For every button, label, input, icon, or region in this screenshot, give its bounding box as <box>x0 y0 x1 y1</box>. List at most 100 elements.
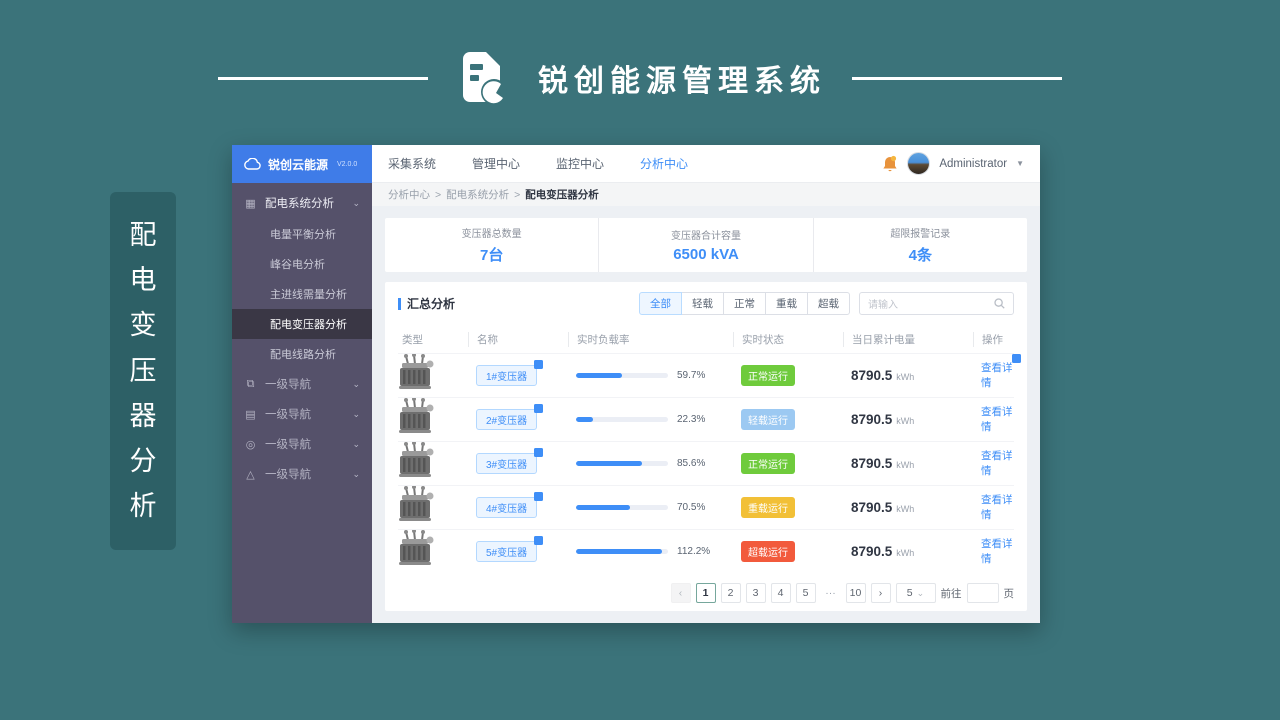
breadcrumb-current: 配电变压器分析 <box>525 189 599 201</box>
sidebar-item-transformer-analysis[interactable]: 配电变压器分析 <box>232 309 372 339</box>
view-details-link[interactable]: 查看详情 <box>981 404 1014 434</box>
page-button[interactable]: 10 <box>845 583 866 603</box>
load-bar-track <box>576 373 668 378</box>
nav-tab-collection[interactable]: 采集系统 <box>388 155 436 172</box>
cell-load-rate: 59.7% <box>568 370 733 381</box>
view-details-label: 查看详情 <box>981 450 1013 477</box>
sidebar-item-label: 一级导航 <box>265 439 311 451</box>
notification-bell-icon[interactable] <box>882 155 898 173</box>
banner-char: 分 <box>129 445 157 476</box>
sidebar-group-distribution-analysis[interactable]: ▦ 配电系统分析 ⌄ <box>232 187 372 219</box>
cell-actions: 查看详情 <box>973 354 1021 391</box>
banner-char: 器 <box>129 400 157 431</box>
cell-name: 5#变压器 <box>468 536 568 562</box>
cell-load-rate: 22.3% <box>568 414 733 425</box>
breadcrumb-part[interactable]: 配电系统分析 <box>446 187 509 202</box>
sidebar-item-nav-2[interactable]: ▤ 一级导航 ⌄ <box>232 399 372 429</box>
filter-light-button[interactable]: 轻载 <box>681 292 724 315</box>
status-badge: 重载运行 <box>741 497 795 518</box>
cell-status: 正常运行 <box>733 453 843 474</box>
app-logo[interactable]: 锐创云能源 V2.0.0 <box>232 145 372 183</box>
corner-badge-icon <box>534 360 544 369</box>
warning-triangle-icon: △ <box>246 468 255 481</box>
goto-page-input[interactable] <box>966 583 999 603</box>
page-button[interactable]: 3 <box>745 583 766 603</box>
page-button[interactable]: 1 <box>695 583 716 603</box>
transformer-name-button[interactable]: 5#变压器 <box>476 536 544 562</box>
page-title: 锐创能源管理系统 <box>538 65 826 98</box>
prev-page-button[interactable]: ‹ <box>670 583 691 603</box>
filter-overload-button[interactable]: 超载 <box>807 292 850 315</box>
view-details-link[interactable]: 查看详情 <box>981 492 1014 522</box>
transformer-name-button[interactable]: 3#变压器 <box>476 448 544 474</box>
document-logo-icon <box>463 52 507 105</box>
app-logo-version: V2.0.0 <box>337 160 358 168</box>
table-header: 类型 名称 实时负载率 实时状态 当日累计电量 操作 <box>398 325 1014 353</box>
sidebar-item-line-analysis[interactable]: 配电线路分析 <box>232 339 372 369</box>
view-details-link[interactable]: 查看详情 <box>981 536 1014 566</box>
nav-tab-management[interactable]: 管理中心 <box>472 155 520 172</box>
corner-badge-icon <box>534 492 544 501</box>
energy-unit: kWh <box>896 459 915 470</box>
filter-normal-button[interactable]: 正常 <box>723 292 766 315</box>
corner-badge-icon <box>534 536 544 545</box>
sidebar-item-nav-1[interactable]: ⧉ 一级导航 ⌄ <box>232 369 372 399</box>
sidebar-item-nav-3[interactable]: ◎ 一级导航 ⌄ <box>232 429 372 459</box>
energy-value: 8790.5 <box>851 543 893 559</box>
page-button[interactable]: 2 <box>720 583 741 603</box>
view-details-link[interactable]: 查看详情 <box>981 448 1014 478</box>
view-details-label: 查看详情 <box>981 406 1013 433</box>
energy-value: 8790.5 <box>851 455 893 471</box>
stat-value: 6500 kVA <box>673 246 739 263</box>
top-nav: 采集系统 管理中心 监控中心 分析中心 Administrator ▼ <box>372 145 1040 183</box>
col-status: 实时状态 <box>733 331 843 347</box>
breadcrumb: 分析中心 > 配电系统分析 > 配电变压器分析 <box>372 183 1040 206</box>
load-bar-fill <box>576 549 663 554</box>
energy-value: 8790.5 <box>851 411 893 427</box>
cell-type <box>398 529 468 573</box>
cell-status: 轻载运行 <box>733 409 843 430</box>
corner-badge-icon <box>534 448 544 457</box>
nav-tab-analysis[interactable]: 分析中心 <box>640 155 688 172</box>
cell-daily-energy: 8790.5 kWh <box>843 411 973 429</box>
load-bar-fill <box>576 417 594 422</box>
check-circle-icon: ◎ <box>245 438 256 451</box>
cell-name: 4#变压器 <box>468 492 568 518</box>
user-menu-caret-icon[interactable]: ▼ <box>1016 159 1024 168</box>
transformer-name-button[interactable]: 4#变压器 <box>476 492 544 518</box>
view-details-label: 查看详情 <box>981 538 1013 565</box>
breadcrumb-separator: > <box>514 188 521 201</box>
cell-type <box>398 441 468 485</box>
page-button[interactable]: 5 <box>795 583 816 603</box>
view-details-link[interactable]: 查看详情 <box>981 354 1021 390</box>
chevron-down-icon: ⌄ <box>352 468 360 479</box>
stat-value: 4条 <box>908 247 932 264</box>
transformer-name-button[interactable]: 1#变压器 <box>476 360 544 386</box>
header-left-line <box>218 76 428 80</box>
status-badge: 轻载运行 <box>741 409 795 430</box>
stat-transformer-count: 变压器总数量 7台 <box>385 218 598 272</box>
load-percent-label: 59.7% <box>677 370 706 381</box>
search-placeholder: 请输入 <box>868 300 898 311</box>
nav-tab-monitoring[interactable]: 监控中心 <box>556 155 604 172</box>
app-logo-name: 锐创云能源 <box>268 157 329 172</box>
next-page-button[interactable]: › <box>870 583 891 603</box>
filter-all-button[interactable]: 全部 <box>639 292 682 315</box>
status-badge: 正常运行 <box>741 453 795 474</box>
sidebar-item-nav-4[interactable]: △ 一级导航 ⌄ <box>232 459 372 489</box>
load-bar-track <box>576 461 668 466</box>
cell-actions: 查看详情 <box>973 404 1014 435</box>
page-size-select[interactable]: 5 ⌄ <box>895 583 936 603</box>
pagination: ‹ 1 2 3 4 5 ··· 10 › 5 ⌄ 前往 页 <box>398 575 1014 603</box>
cloud-icon <box>244 158 261 170</box>
table-body: 1#变压器 59.7% 正常运行 8790.5 kWh 查看详情 2#变压器 2… <box>398 353 1021 573</box>
search-input[interactable]: 请输入 <box>859 292 1014 315</box>
user-avatar[interactable] <box>907 152 931 175</box>
filter-heavy-button[interactable]: 重载 <box>765 292 808 315</box>
transformer-name-button[interactable]: 2#变压器 <box>476 404 544 430</box>
sidebar-item-main-line-demand[interactable]: 主进线需量分析 <box>232 279 372 309</box>
page-button[interactable]: 4 <box>770 583 791 603</box>
sidebar-item-power-balance[interactable]: 电量平衡分析 <box>232 219 372 249</box>
sidebar-item-peak-valley[interactable]: 峰谷电分析 <box>232 249 372 279</box>
breadcrumb-part[interactable]: 分析中心 <box>388 187 430 202</box>
